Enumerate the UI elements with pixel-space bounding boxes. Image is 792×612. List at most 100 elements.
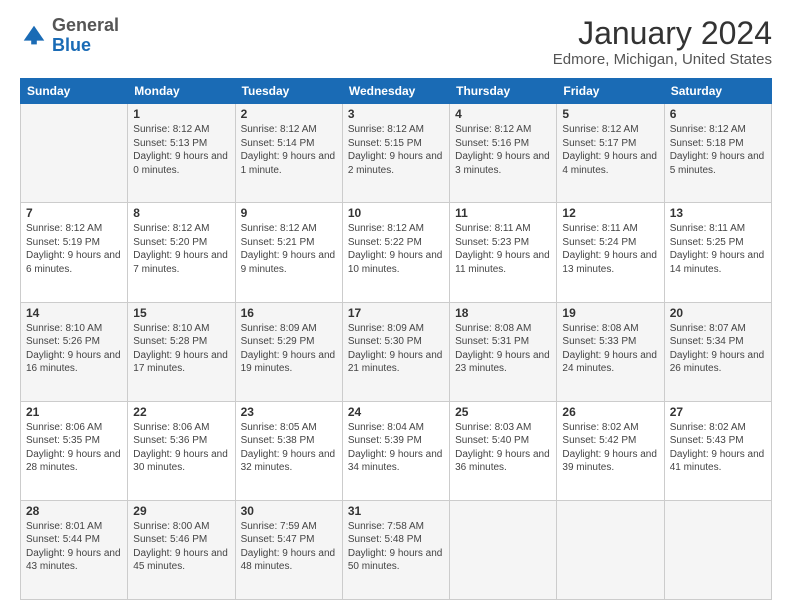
day-number: 16 — [241, 306, 337, 320]
daylight-text: Daylight: 9 hours and 39 minutes. — [562, 448, 658, 475]
calendar-cell: 25Sunrise: 8:03 AMSunset: 5:40 PMDayligh… — [450, 401, 557, 500]
daylight-text: Daylight: 9 hours and 32 minutes. — [241, 448, 337, 475]
calendar-cell — [21, 104, 128, 203]
calendar-week-1: 7Sunrise: 8:12 AMSunset: 5:19 PMDaylight… — [21, 203, 772, 302]
sunrise-text: Sunrise: 8:09 AM — [241, 322, 337, 336]
sunrise-text: Sunrise: 8:02 AM — [670, 421, 766, 435]
title-block: January 2024 Edmore, Michigan, United St… — [553, 16, 772, 68]
day-number: 12 — [562, 206, 658, 220]
sunrise-text: Sunrise: 8:09 AM — [348, 322, 444, 336]
day-number: 13 — [670, 206, 766, 220]
sunset-text: Sunset: 5:36 PM — [133, 434, 229, 448]
sunset-text: Sunset: 5:19 PM — [26, 236, 122, 250]
daylight-text: Daylight: 9 hours and 45 minutes. — [133, 547, 229, 574]
sunrise-text: Sunrise: 8:11 AM — [562, 222, 658, 236]
sunrise-text: Sunrise: 8:08 AM — [455, 322, 551, 336]
day-number: 10 — [348, 206, 444, 220]
day-number: 15 — [133, 306, 229, 320]
calendar-cell: 12Sunrise: 8:11 AMSunset: 5:24 PMDayligh… — [557, 203, 664, 302]
calendar-cell — [450, 500, 557, 599]
calendar-cell: 15Sunrise: 8:10 AMSunset: 5:28 PMDayligh… — [128, 302, 235, 401]
daylight-text: Daylight: 9 hours and 28 minutes. — [26, 448, 122, 475]
day-number: 11 — [455, 206, 551, 220]
calendar-cell: 1Sunrise: 8:12 AMSunset: 5:13 PMDaylight… — [128, 104, 235, 203]
day-number: 25 — [455, 405, 551, 419]
sunrise-text: Sunrise: 7:58 AM — [348, 520, 444, 534]
daylight-text: Daylight: 9 hours and 41 minutes. — [670, 448, 766, 475]
calendar-cell: 22Sunrise: 8:06 AMSunset: 5:36 PMDayligh… — [128, 401, 235, 500]
sunset-text: Sunset: 5:34 PM — [670, 335, 766, 349]
day-number: 4 — [455, 107, 551, 121]
sunset-text: Sunset: 5:28 PM — [133, 335, 229, 349]
day-number: 26 — [562, 405, 658, 419]
sunset-text: Sunset: 5:16 PM — [455, 137, 551, 151]
sunrise-text: Sunrise: 8:12 AM — [241, 123, 337, 137]
day-number: 31 — [348, 504, 444, 518]
logo-blue: Blue — [52, 35, 91, 55]
sunset-text: Sunset: 5:40 PM — [455, 434, 551, 448]
day-number: 30 — [241, 504, 337, 518]
day-number: 14 — [26, 306, 122, 320]
sunrise-text: Sunrise: 8:12 AM — [670, 123, 766, 137]
col-tuesday: Tuesday — [235, 79, 342, 104]
day-number: 23 — [241, 405, 337, 419]
day-number: 21 — [26, 405, 122, 419]
sunrise-text: Sunrise: 8:05 AM — [241, 421, 337, 435]
sunrise-text: Sunrise: 8:02 AM — [562, 421, 658, 435]
calendar-cell: 5Sunrise: 8:12 AMSunset: 5:17 PMDaylight… — [557, 104, 664, 203]
calendar-cell: 20Sunrise: 8:07 AMSunset: 5:34 PMDayligh… — [664, 302, 771, 401]
daylight-text: Daylight: 9 hours and 5 minutes. — [670, 150, 766, 177]
calendar-cell: 19Sunrise: 8:08 AMSunset: 5:33 PMDayligh… — [557, 302, 664, 401]
sunset-text: Sunset: 5:18 PM — [670, 137, 766, 151]
calendar-cell: 16Sunrise: 8:09 AMSunset: 5:29 PMDayligh… — [235, 302, 342, 401]
daylight-text: Daylight: 9 hours and 48 minutes. — [241, 547, 337, 574]
sunset-text: Sunset: 5:25 PM — [670, 236, 766, 250]
sunrise-text: Sunrise: 8:12 AM — [26, 222, 122, 236]
day-number: 5 — [562, 107, 658, 121]
calendar-week-3: 21Sunrise: 8:06 AMSunset: 5:35 PMDayligh… — [21, 401, 772, 500]
calendar-cell: 10Sunrise: 8:12 AMSunset: 5:22 PMDayligh… — [342, 203, 449, 302]
calendar-title: January 2024 — [553, 16, 772, 51]
calendar-cell: 28Sunrise: 8:01 AMSunset: 5:44 PMDayligh… — [21, 500, 128, 599]
sunset-text: Sunset: 5:13 PM — [133, 137, 229, 151]
sunrise-text: Sunrise: 8:04 AM — [348, 421, 444, 435]
sunrise-text: Sunrise: 8:11 AM — [670, 222, 766, 236]
calendar-cell: 3Sunrise: 8:12 AMSunset: 5:15 PMDaylight… — [342, 104, 449, 203]
sunrise-text: Sunrise: 8:06 AM — [26, 421, 122, 435]
calendar-table: Sunday Monday Tuesday Wednesday Thursday… — [20, 78, 772, 600]
sunset-text: Sunset: 5:22 PM — [348, 236, 444, 250]
logo: General Blue — [20, 16, 119, 56]
calendar-cell: 27Sunrise: 8:02 AMSunset: 5:43 PMDayligh… — [664, 401, 771, 500]
daylight-text: Daylight: 9 hours and 9 minutes. — [241, 249, 337, 276]
daylight-text: Daylight: 9 hours and 6 minutes. — [26, 249, 122, 276]
sunrise-text: Sunrise: 8:03 AM — [455, 421, 551, 435]
calendar-cell — [557, 500, 664, 599]
daylight-text: Daylight: 9 hours and 3 minutes. — [455, 150, 551, 177]
col-thursday: Thursday — [450, 79, 557, 104]
sunrise-text: Sunrise: 8:11 AM — [455, 222, 551, 236]
day-number: 6 — [670, 107, 766, 121]
day-number: 8 — [133, 206, 229, 220]
daylight-text: Daylight: 9 hours and 26 minutes. — [670, 349, 766, 376]
calendar-cell: 14Sunrise: 8:10 AMSunset: 5:26 PMDayligh… — [21, 302, 128, 401]
day-number: 1 — [133, 107, 229, 121]
logo-icon — [20, 22, 48, 50]
sunset-text: Sunset: 5:23 PM — [455, 236, 551, 250]
sunset-text: Sunset: 5:31 PM — [455, 335, 551, 349]
day-number: 19 — [562, 306, 658, 320]
calendar-week-4: 28Sunrise: 8:01 AMSunset: 5:44 PMDayligh… — [21, 500, 772, 599]
day-number: 29 — [133, 504, 229, 518]
sunset-text: Sunset: 5:30 PM — [348, 335, 444, 349]
sunrise-text: Sunrise: 8:06 AM — [133, 421, 229, 435]
daylight-text: Daylight: 9 hours and 13 minutes. — [562, 249, 658, 276]
sunset-text: Sunset: 5:46 PM — [133, 533, 229, 547]
calendar-week-0: 1 Sunrise: 8:12 AM Sunset: 5:13 PM Daylight… — [21, 104, 772, 203]
calendar-cell: 21Sunrise: 8:06 AMSunset: 5:35 PMDayligh… — [21, 401, 128, 500]
sunrise-text: Sunrise: 8:12 AM — [348, 222, 444, 236]
col-friday: Friday — [557, 79, 664, 104]
sunset-text: Sunset: 5:21 PM — [241, 236, 337, 250]
header: General Blue January 2024 Edmore, Michig… — [20, 16, 772, 68]
calendar-cell: 2Sunrise: 8:12 AMSunset: 5:14 PMDaylight… — [235, 104, 342, 203]
calendar-cell: 23Sunrise: 8:05 AMSunset: 5:38 PMDayligh… — [235, 401, 342, 500]
sunrise-text: Sunrise: 8:12 AM — [348, 123, 444, 137]
